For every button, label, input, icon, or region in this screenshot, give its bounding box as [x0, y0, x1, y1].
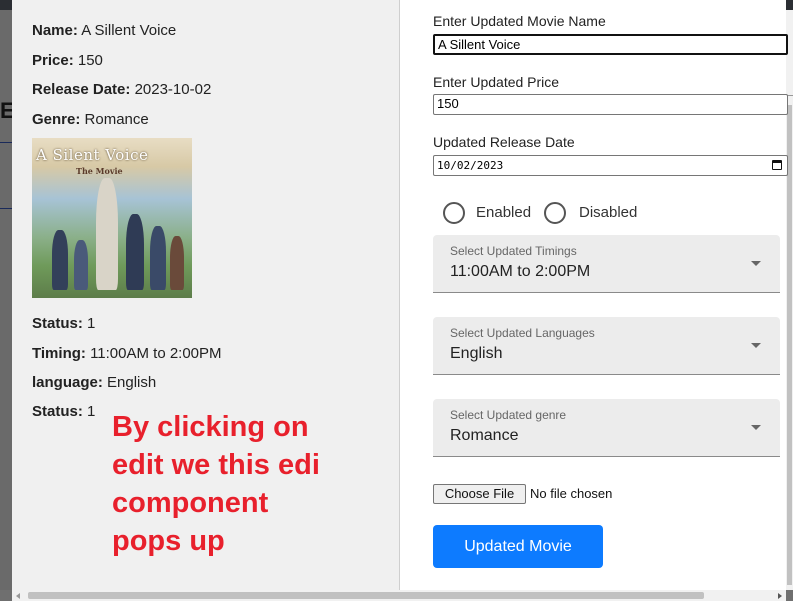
poster-figure: [126, 214, 144, 290]
poster-figure: [150, 226, 166, 290]
movie-details-panel: Name: A Sillent Voice Price: 150 Release…: [12, 0, 399, 590]
vertical-scrollbar-thumb[interactable]: [787, 105, 792, 585]
detail-timing: Timing: 11:00AM to 2:00PM: [32, 345, 222, 362]
chevron-down-icon[interactable]: [751, 425, 761, 430]
choose-file-button[interactable]: Choose File: [433, 484, 526, 504]
detail-release-date: Release Date: 2023-10-02: [32, 81, 212, 98]
callout-line: By clicking on: [112, 411, 309, 443]
languages-select-label: Select Updated Languages: [450, 326, 595, 340]
poster-subtitle: The Movie: [76, 166, 123, 176]
horizontal-scrollbar-thumb[interactable]: [28, 592, 704, 599]
poster-title: A Silent Voice: [36, 146, 149, 164]
horizontal-scrollbar[interactable]: [12, 590, 786, 601]
detail-genre: Genre: Romance: [32, 111, 149, 128]
movie-poster-image: A Silent Voice The Movie: [32, 138, 192, 298]
detail-status-repeat: Status: 1: [32, 403, 96, 420]
disabled-radio-label[interactable]: Disabled: [579, 204, 637, 221]
scroll-right-icon[interactable]: [778, 593, 782, 599]
enabled-radio-label[interactable]: Enabled: [476, 204, 531, 221]
genre-select[interactable]: Select Updated genre Romance: [433, 399, 780, 457]
detail-language: language: English: [32, 374, 157, 391]
disabled-radio[interactable]: [544, 202, 566, 224]
updated-movie-button[interactable]: Updated Movie: [433, 525, 603, 568]
callout-line: component: [112, 487, 269, 519]
annotation-callout: By clicking on edit we this edi componen…: [112, 408, 392, 560]
timings-select[interactable]: Select Updated Timings 11:00AM to 2:00PM: [433, 235, 780, 293]
edit-movie-modal: Name: A Sillent Voice Price: 150 Release…: [12, 0, 788, 590]
poster-figure: [96, 178, 118, 290]
edit-form-panel: Enter Updated Movie Name A Sillent Voice…: [400, 0, 788, 590]
price-label: Enter Updated Price: [433, 74, 560, 90]
callout-line: pops up: [112, 525, 225, 557]
callout-line: edit we this edi: [112, 449, 320, 481]
genre-select-label: Select Updated genre: [450, 408, 567, 422]
chevron-down-icon[interactable]: [751, 343, 761, 348]
backdrop-divider: [0, 142, 12, 143]
poster-figure: [170, 236, 184, 290]
chevron-down-icon[interactable]: [751, 261, 761, 266]
timings-select-value: 11:00AM to 2:00PM: [450, 263, 591, 280]
calendar-icon[interactable]: [772, 160, 782, 170]
timings-select-label: Select Updated Timings: [450, 244, 577, 258]
poster-figure: [52, 230, 68, 290]
genre-select-value: Romance: [450, 427, 519, 444]
enabled-radio[interactable]: [443, 202, 465, 224]
detail-name: Name: A Sillent Voice: [32, 22, 177, 39]
release-date-label: Updated Release Date: [433, 134, 575, 150]
backdrop-divider: [0, 208, 12, 209]
poster-figure: [74, 240, 88, 290]
detail-status: Status: 1: [32, 315, 96, 332]
languages-select-value: English: [450, 345, 503, 362]
price-input[interactable]: 150: [433, 94, 788, 115]
languages-select[interactable]: Select Updated Languages English: [433, 317, 780, 375]
release-date-value: 10/02/2023: [437, 159, 504, 172]
scroll-left-icon[interactable]: [16, 593, 20, 599]
backdrop-left: Ec: [0, 10, 27, 590]
file-status-text: No file chosen: [530, 486, 613, 501]
release-date-input[interactable]: 10/02/2023: [433, 155, 788, 176]
movie-name-label: Enter Updated Movie Name: [433, 13, 606, 29]
detail-price: Price: 150: [32, 52, 103, 69]
movie-name-input[interactable]: A Sillent Voice: [433, 34, 788, 55]
